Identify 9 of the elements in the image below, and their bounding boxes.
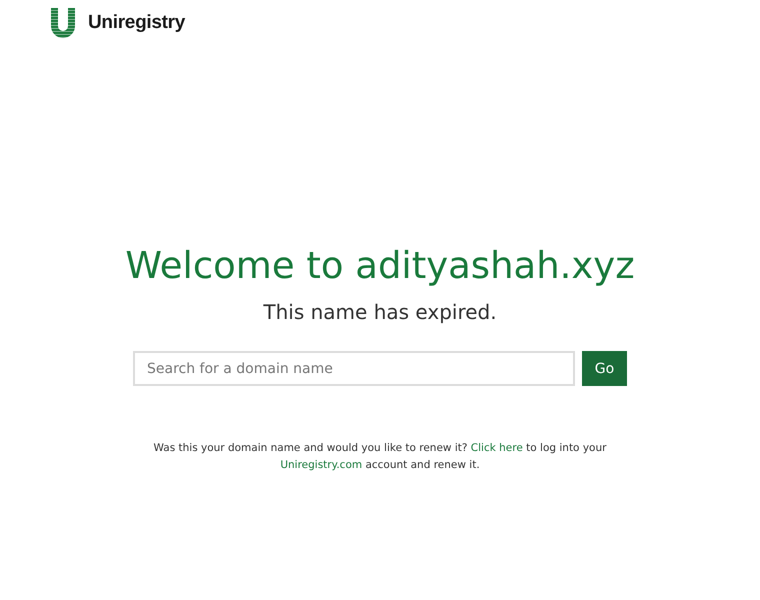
click-here-link[interactable]: Click here [470, 442, 523, 454]
go-button[interactable]: Go [582, 351, 627, 386]
logo-text[interactable]: Uniregistry [88, 12, 186, 34]
search-field[interactable]: Search for a domain name [133, 351, 575, 386]
uniregistry-link[interactable]: Uniregistry.com [280, 459, 362, 471]
logo-icon [50, 8, 76, 38]
page-title: Welcome to adityashah.xyz [125, 243, 635, 289]
renewal-notice: Was this your domain name and would you like to renew it? Click here to log into your Uniregistry.com account and renew it. [152, 441, 608, 473]
status-message: This name has expired. [263, 299, 497, 325]
